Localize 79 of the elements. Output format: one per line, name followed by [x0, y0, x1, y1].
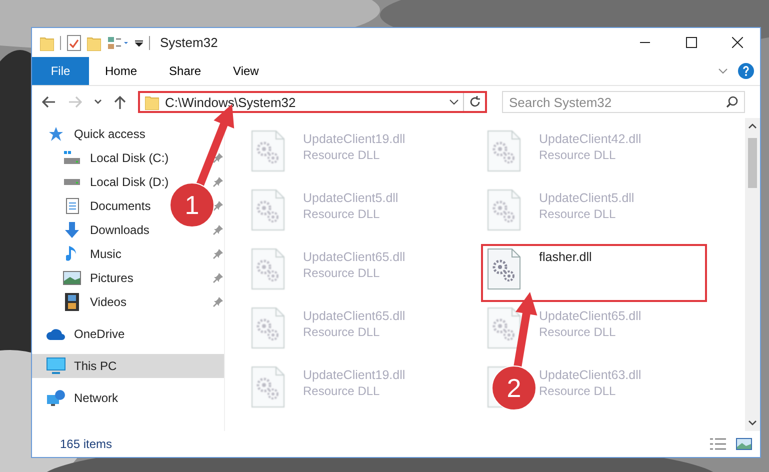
sidebar-item[interactable]: OneDrive: [32, 322, 129, 346]
file-type: Resource DLL: [539, 207, 616, 221]
file-type: Resource DLL: [303, 266, 380, 280]
minimize-icon: [640, 42, 650, 43]
pin-icon[interactable]: [213, 153, 223, 163]
ribbon-tab[interactable]: Share: [153, 57, 218, 85]
folder-icon: [40, 34, 54, 50]
pin-icon[interactable]: [213, 177, 223, 187]
sidebar-item[interactable]: This PC: [32, 354, 121, 378]
pin-icon[interactable]: [213, 273, 223, 283]
file-type: Resource DLL: [303, 148, 380, 162]
help-button[interactable]: [738, 63, 754, 79]
close-icon: [732, 37, 742, 48]
drive-icon: [63, 151, 81, 165]
pin-icon[interactable]: [213, 297, 223, 307]
sidebar-item[interactable]: Network: [32, 386, 122, 410]
caret-icon: [94, 99, 102, 105]
arrow-icon: [42, 96, 56, 108]
scroll-down-icon[interactable]: [748, 420, 757, 426]
expand-ribbon-icon[interactable]: [718, 68, 728, 74]
file-type: Resource DLL: [303, 384, 380, 398]
gear-file-icon: [487, 307, 521, 349]
view-options-icon[interactable]: [107, 36, 129, 50]
gear-file-icon: [487, 130, 521, 172]
cloud-icon: [46, 328, 66, 340]
scroll-up-icon[interactable]: [748, 123, 757, 129]
monitor-icon: [46, 357, 66, 375]
file-type: Resource DLL: [539, 325, 616, 339]
music-note-icon: [66, 245, 78, 263]
picture-icon: [63, 271, 81, 285]
new-folder-icon: [87, 34, 101, 50]
gear-file-icon: [251, 130, 285, 172]
file-type: Resource DLL: [539, 384, 616, 398]
large-icons-view-icon[interactable]: [736, 438, 752, 450]
gear-file-icon: [251, 366, 285, 408]
search-field[interactable]: Search System32: [502, 91, 745, 113]
sidebar-item[interactable]: Videos: [32, 290, 130, 314]
sidebar-item[interactable]: Pictures: [32, 266, 138, 290]
pin-icon[interactable]: [213, 201, 223, 211]
drive-icon: [63, 178, 81, 186]
ribbon-tab[interactable]: Home: [89, 57, 154, 85]
arrow-icon: [68, 96, 82, 108]
window-title: System32: [160, 35, 218, 50]
gear-file-icon: [251, 248, 285, 290]
film-icon: [65, 293, 79, 311]
sidebar-item[interactable]: Downloads: [32, 218, 154, 242]
folder-icon: [145, 94, 159, 110]
details-view-icon[interactable]: [710, 438, 726, 450]
gear-file-icon: [251, 307, 285, 349]
search-icon: [726, 96, 738, 108]
document-icon: [66, 198, 78, 214]
file-name[interactable]: flasher.dll: [539, 250, 592, 264]
file-type: Resource DLL: [303, 207, 380, 221]
ribbon-tab[interactable]: View: [217, 57, 275, 85]
question-mark-icon: [743, 66, 749, 76]
gear-file-icon: [487, 248, 521, 290]
gear-file-icon: [487, 189, 521, 231]
sidebar-item[interactable]: Quick access: [32, 122, 150, 146]
sidebar-item[interactable]: Music: [32, 242, 126, 266]
pin-icon[interactable]: [213, 225, 223, 235]
scrollbar[interactable]: [745, 118, 760, 431]
network-icon: [46, 389, 66, 407]
star-icon: [48, 126, 64, 142]
arrow-icon: [114, 95, 126, 109]
step-callout: 2: [492, 292, 538, 410]
refresh-icon: [468, 96, 480, 108]
pin-icon[interactable]: [213, 249, 223, 259]
file-type: Resource DLL: [303, 325, 380, 339]
file-type: Resource DLL: [539, 148, 616, 162]
item-count: 165 items: [60, 437, 112, 451]
properties-icon[interactable]: [67, 34, 81, 50]
file-menu-button[interactable]: File: [32, 57, 89, 85]
scroll-thumb[interactable]: [748, 138, 757, 188]
down-arrow-icon: [64, 222, 80, 238]
maximize-icon: [686, 37, 696, 48]
caret-icon: [449, 99, 459, 105]
sidebar-item[interactable]: Documents: [32, 194, 155, 218]
gear-file-icon: [251, 189, 285, 231]
customize-menu-icon[interactable]: [135, 38, 143, 46]
